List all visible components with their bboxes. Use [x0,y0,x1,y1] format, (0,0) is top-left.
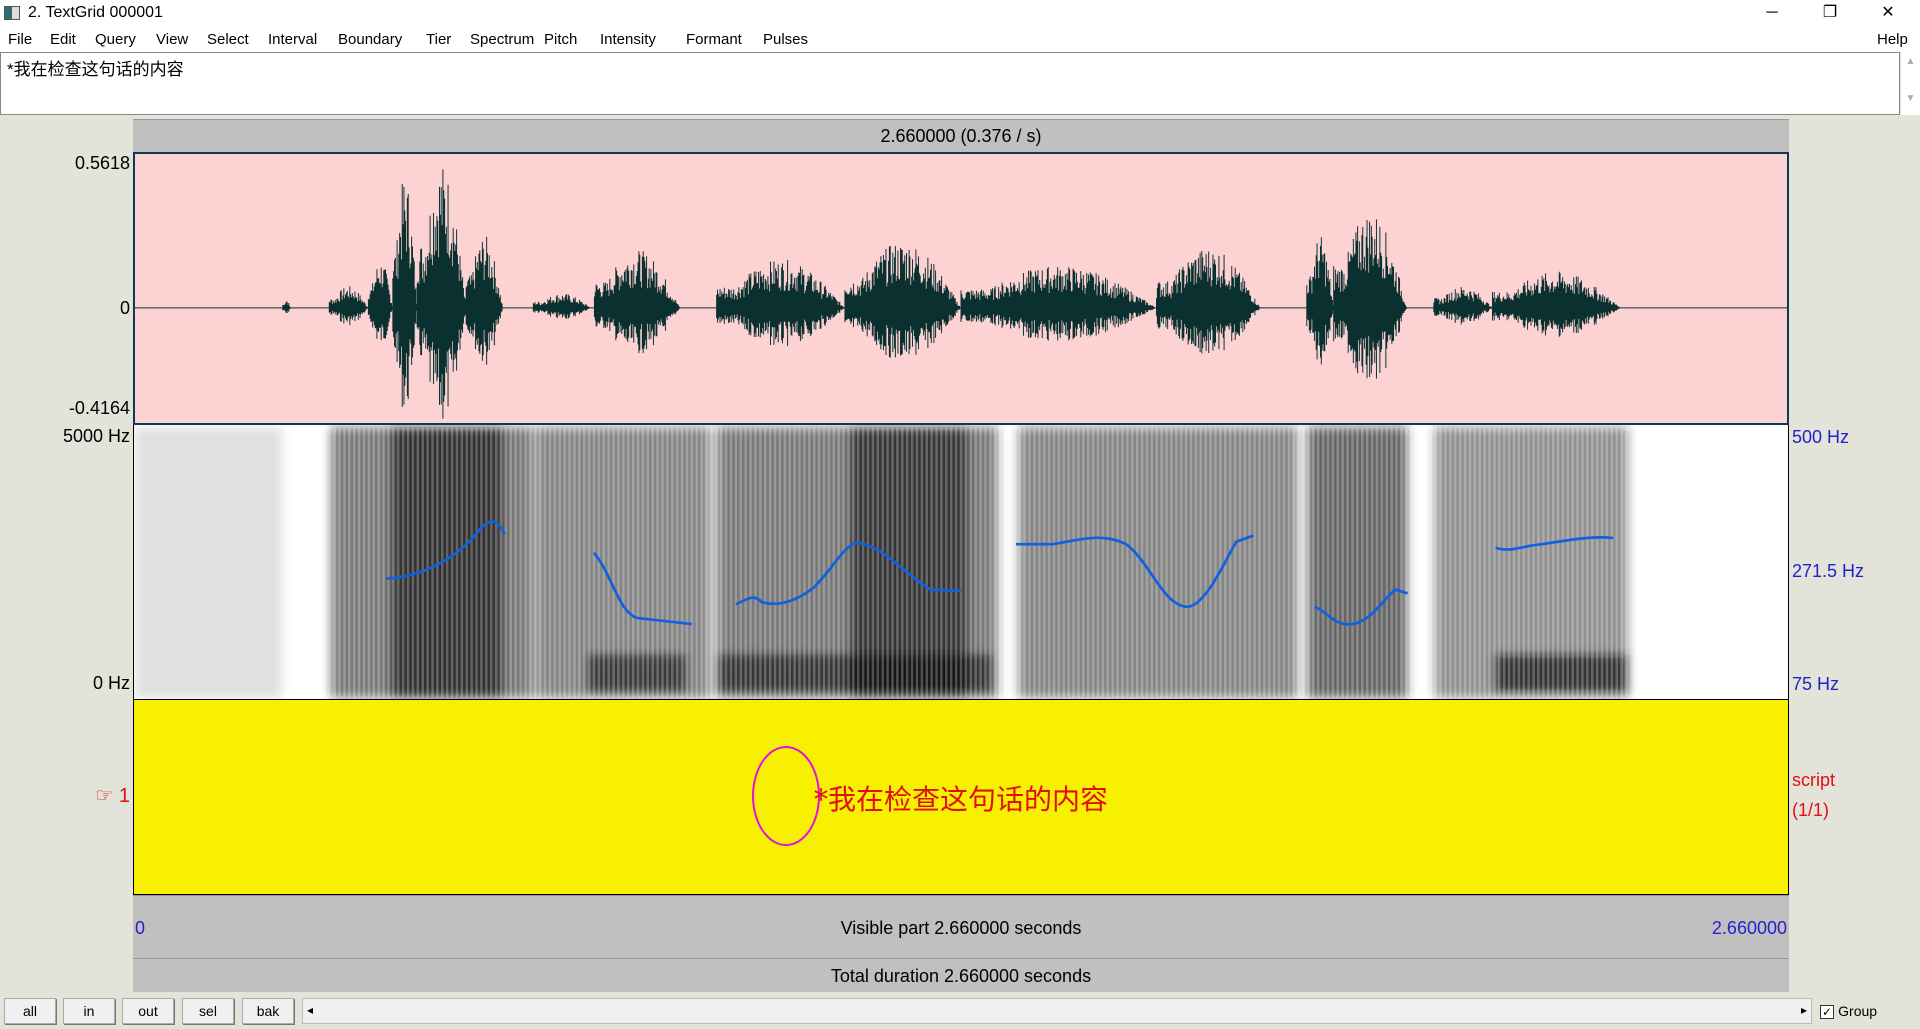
tier-1-interval[interactable]: *我在检查这句话的内容 [133,699,1789,895]
menu-bar: File Edit Query View Select Interval Boundary T… [0,27,1920,52]
spectrogram-band [135,427,283,698]
menu-interval[interactable]: Interval [268,31,317,48]
waveform [135,169,1787,419]
interval-label[interactable]: *我在检查这句话的内容 [134,778,1788,818]
zoom-in-button[interactable]: in [63,998,115,1024]
zoom-all-button[interactable]: all [4,998,56,1024]
window-title: 2. TextGrid 000001 [28,4,163,21]
pitch-bottom-label: 75 Hz [1792,674,1840,694]
visible-part-label: Visible part 2.660000 seconds [840,918,1082,938]
spectrogram-top-label: 5000 Hz [62,426,130,446]
pointer-icon: ☞ [95,785,114,807]
spectrogram-panel[interactable] [133,425,1789,699]
menu-view[interactable]: View [156,31,188,48]
spectrogram-bottom-label: 0 Hz [92,673,130,693]
menu-select[interactable]: Select [207,31,249,48]
selection-duration-bar[interactable]: 2.660000 (0.376 / s) [133,119,1789,152]
waveform-min-label: -0.4164 [68,398,130,418]
visible-part-bar[interactable]: 0 Visible part 2.660000 seconds 2.660000 [133,895,1789,958]
menu-formant[interactable]: Formant [686,31,742,48]
title-bar: 2. TextGrid 000001 ─ ❐ ✕ [0,0,1920,27]
tier-name[interactable]: script [1792,770,1835,791]
checkbox-check-icon: ✓ [1820,1005,1834,1019]
scroll-left-icon[interactable]: ◂ [307,1003,313,1017]
menu-pulses[interactable]: Pulses [763,31,808,48]
waveform-zero-label: 0 [119,298,130,318]
menu-edit[interactable]: Edit [50,31,76,48]
restore-button[interactable]: ❐ [1810,2,1850,26]
scroll-right-icon[interactable]: ▸ [1801,1003,1807,1017]
spectrogram [135,427,1628,698]
menu-spectrum[interactable]: Spectrum [470,31,534,48]
app-icon [4,6,20,20]
menu-intensity[interactable]: Intensity [600,31,656,48]
menu-query[interactable]: Query [95,31,136,48]
group-label: Group [1838,1003,1878,1019]
interval-text-input[interactable]: *我在检查这句话的内容 [0,52,1900,115]
time-end: 2.660000 [1711,918,1787,938]
menu-help[interactable]: Help [1877,31,1908,48]
tier-count: (1/1) [1792,800,1830,820]
waveform-panel[interactable] [133,152,1789,425]
menu-boundary[interactable]: Boundary [338,31,402,48]
waveform-max-label: 0.5618 [74,153,130,173]
pitch-top-label: 500 Hz [1792,427,1850,447]
zoom-out-button[interactable]: out [122,998,174,1024]
close-button[interactable]: ✕ [1868,2,1908,26]
waveform-trace [135,169,1787,419]
menu-file[interactable]: File [8,31,32,48]
total-duration-bar[interactable]: Total duration 2.660000 seconds [133,958,1789,992]
zoom-selection-button[interactable]: sel [182,998,234,1024]
menu-pitch[interactable]: Pitch [544,31,577,48]
text-scrollbar[interactable]: ▲ ▼ [1900,52,1920,115]
group-checkbox[interactable]: ✓ Group [1820,1003,1877,1020]
tier-number-label: 1 [118,785,130,807]
tier-number[interactable]: ☞ 1 [2,783,130,808]
minimize-button[interactable]: ─ [1752,2,1792,26]
zoom-back-button[interactable]: bak [242,998,294,1024]
menu-tier[interactable]: Tier [426,31,451,48]
pitch-mid-label: 271.5 Hz [1792,561,1865,581]
glottal-striations [330,427,1628,698]
horizontal-scrollbar[interactable]: ◂ ▸ [302,998,1812,1024]
